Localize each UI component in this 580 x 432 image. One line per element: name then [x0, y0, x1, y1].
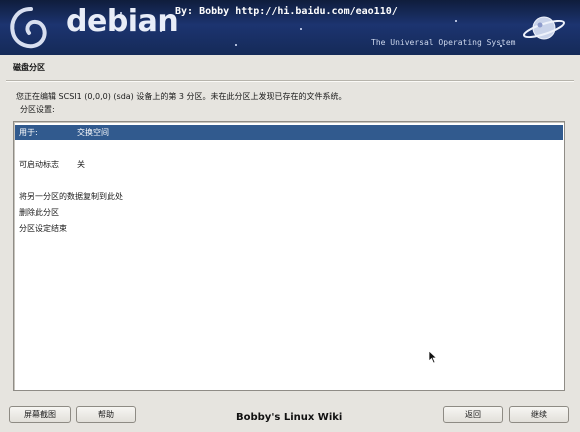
partition-settings-list[interactable]: 用于: 交换空间 可启动标志 关 将另一分区的数据复制到此处 删除此分区 分区设… [13, 121, 565, 391]
screenshot-button[interactable]: 屏幕截图 [9, 406, 71, 423]
footer-wiki-text: Bobby's Linux Wiki [236, 412, 343, 423]
setting-label: 可启动标志 [19, 160, 59, 169]
action-label: 删除此分区 [19, 208, 59, 217]
help-button[interactable]: 帮助 [76, 406, 136, 423]
mouse-cursor-icon [428, 350, 438, 364]
setting-value: 交换空间 [77, 128, 109, 137]
back-button[interactable]: 返回 [443, 406, 503, 423]
author-byline: By: Bobby http://hi.baidu.com/eao110/ [175, 6, 398, 17]
partition-intro-text: 您正在编辑 SCSI1 (0,0,0) (sda) 设备上的第 3 分区。未在此… [16, 92, 347, 101]
planet-icon [522, 16, 566, 40]
action-label: 分区设定结束 [19, 224, 67, 233]
debian-logo-text: debian [66, 4, 179, 39]
banner-star [235, 44, 237, 46]
banner-star [300, 28, 302, 30]
debian-tagline: The Universal Operating System [371, 38, 516, 47]
action-label: 将另一分区的数据复制到此处 [19, 192, 123, 201]
continue-button[interactable]: 继续 [509, 406, 569, 423]
setting-row-bootable-flag[interactable]: 可启动标志 关 [15, 157, 563, 172]
action-copy-data[interactable]: 将另一分区的数据复制到此处 [15, 189, 563, 204]
banner-star [455, 20, 457, 22]
setting-value: 关 [77, 160, 85, 169]
partition-settings-label: 分区设置: [20, 105, 55, 114]
page-title: 磁盘分区 [13, 63, 45, 72]
setting-row-use-as[interactable]: 用于: 交换空间 [15, 125, 563, 140]
setting-label: 用于: [19, 128, 38, 137]
debian-banner: debian By: Bobby http://hi.baidu.com/eao… [0, 0, 580, 55]
action-delete-partition[interactable]: 删除此分区 [15, 205, 563, 220]
title-divider [6, 80, 574, 82]
debian-swirl-logo-icon [10, 7, 47, 49]
action-done-setting-partition[interactable]: 分区设定结束 [15, 221, 563, 236]
